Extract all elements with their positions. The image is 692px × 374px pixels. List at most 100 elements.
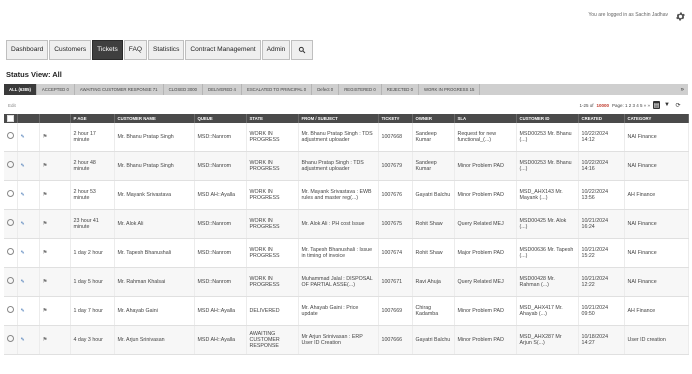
nav-tab-customers[interactable]: Customers: [49, 40, 92, 60]
status-tab-delivered[interactable]: DELIVERED 4: [203, 84, 242, 95]
row-flag-cell[interactable]: ⚑: [39, 267, 71, 297]
flag-icon[interactable]: ⚑: [43, 221, 48, 227]
status-tab-awaiting-customer-response[interactable]: AWAITING CUSTOMER RESPONSE 71: [75, 84, 164, 95]
edit-icon[interactable]: ✎: [21, 134, 25, 140]
status-tab-accepted[interactable]: ACCEPTED 0: [37, 84, 75, 95]
table-row[interactable]: ✎ ⚑ 1 day 5 hour Mr. Rahman Khalsai MSD::Nan…: [4, 267, 689, 297]
table-row[interactable]: ✎ ⚑ 2 hour 48 minute Mr. Bhanu Pratap Singh…: [4, 151, 689, 181]
row-radio[interactable]: [7, 161, 14, 169]
row-flag-cell[interactable]: ⚑: [39, 209, 71, 239]
column-header-category[interactable]: CATEGORY: [624, 114, 689, 123]
row-radio[interactable]: [7, 219, 14, 227]
edit-icon[interactable]: ✎: [21, 221, 25, 227]
row-radio[interactable]: [7, 277, 14, 285]
column-header-sla[interactable]: SLA: [454, 114, 517, 123]
column-header-age[interactable]: P AGE: [70, 114, 115, 123]
row-flag-cell[interactable]: ⚑: [39, 296, 71, 326]
flag-icon[interactable]: ⚑: [43, 279, 48, 285]
edit-icon[interactable]: ✎: [21, 250, 25, 256]
cell-ticket[interactable]: 1007666: [378, 325, 413, 355]
row-select-cell[interactable]: [4, 180, 18, 210]
column-header-ticket[interactable]: TICKET#: [378, 114, 413, 123]
table-row[interactable]: ✎ ⚑ 23 hour 41 minute Mr. Alok Ali MSD::Nanr…: [4, 209, 689, 239]
cell-ticket[interactable]: 1007671: [378, 267, 413, 297]
nav-search-button[interactable]: [291, 40, 314, 60]
row-flag-cell[interactable]: ⚑: [39, 180, 71, 210]
filter-icon[interactable]: ▼: [663, 101, 671, 109]
status-tab-closed[interactable]: CLOSED 3000: [164, 84, 203, 95]
reload-icon[interactable]: ⟳: [674, 101, 682, 109]
nav-tab-admin[interactable]: Admin: [261, 40, 291, 60]
nav-tab-statistics[interactable]: Statistics: [148, 40, 185, 60]
row-edit-cell[interactable]: ✎: [17, 123, 40, 152]
row-flag-cell[interactable]: ⚑: [39, 238, 71, 268]
row-select-cell[interactable]: [4, 238, 18, 268]
row-edit-cell[interactable]: ✎: [17, 238, 40, 268]
settings-gear-icon[interactable]: [675, 9, 686, 21]
row-select-cell[interactable]: [4, 296, 18, 326]
cell-ticket[interactable]: 1007668: [378, 123, 413, 152]
row-select-cell[interactable]: [4, 267, 18, 297]
column-header-state[interactable]: STATE: [246, 114, 299, 123]
row-select-cell[interactable]: [4, 123, 18, 152]
table-row[interactable]: ✎ ⚑ 1 day 7 hour Mr. Ahayab Gaini MSD AH::Ay…: [4, 296, 689, 326]
row-select-cell[interactable]: [4, 325, 18, 355]
row-edit-cell[interactable]: ✎: [17, 180, 40, 210]
chevron-right-icon[interactable]: »: [677, 87, 688, 93]
table-row[interactable]: ✎ ⚑ 2 hour 17 minute Mr. Bhanu Pratap Singh…: [4, 123, 689, 152]
nav-tab-tickets[interactable]: Tickets: [92, 40, 123, 60]
column-header-subject[interactable]: FROM / SUBJECT: [298, 114, 379, 123]
row-edit-cell[interactable]: ✎: [17, 151, 40, 181]
flag-icon[interactable]: ⚑: [43, 163, 48, 169]
table-row[interactable]: ✎ ⚑ 4 day 3 hour Mr. Arjun Srinivasan MSD AH…: [4, 325, 689, 355]
edit-label[interactable]: Edit: [8, 103, 16, 108]
cell-ticket[interactable]: 1007669: [378, 296, 413, 326]
row-radio[interactable]: [7, 132, 14, 140]
edit-icon[interactable]: ✎: [21, 308, 25, 314]
row-edit-cell[interactable]: ✎: [17, 325, 40, 355]
select-all-checkbox[interactable]: [7, 114, 14, 122]
column-header-queue[interactable]: QUEUE: [194, 114, 247, 123]
status-tab-escalated[interactable]: ESCALATED TO PRINCIPAL 0: [242, 84, 313, 95]
status-tab-registered[interactable]: REGISTERED 0: [339, 84, 382, 95]
row-flag-cell[interactable]: ⚑: [39, 151, 71, 181]
column-header-owner[interactable]: OWNER: [412, 114, 455, 123]
column-header-created[interactable]: CREATED: [578, 114, 625, 123]
status-tab-work-in-progress[interactable]: WORK IN PROGRESS 15: [419, 84, 481, 95]
row-radio[interactable]: [7, 248, 14, 256]
table-row[interactable]: ✎ ⚑ 1 day 2 hour Mr. Tapesh Bhanushali MSD::…: [4, 238, 689, 268]
flag-icon[interactable]: ⚑: [43, 308, 48, 314]
row-edit-cell[interactable]: ✎: [17, 267, 40, 297]
column-header-customer-id[interactable]: CUSTOMER ID: [516, 114, 579, 123]
row-edit-cell[interactable]: ✎: [17, 209, 40, 239]
row-radio[interactable]: [7, 306, 14, 314]
select-all-column[interactable]: [4, 114, 18, 123]
row-flag-cell[interactable]: ⚑: [39, 123, 71, 152]
nav-tab-dashboard[interactable]: Dashboard: [6, 40, 49, 60]
cell-ticket[interactable]: 1007674: [378, 238, 413, 268]
status-tab-all[interactable]: ALL (6385): [4, 84, 37, 95]
pager-pages[interactable]: Page: 1 2 3 4 5 » »: [612, 103, 650, 108]
edit-icon[interactable]: ✎: [21, 192, 25, 198]
flag-icon[interactable]: ⚑: [43, 192, 48, 198]
row-radio[interactable]: [7, 190, 14, 198]
row-edit-cell[interactable]: ✎: [17, 296, 40, 326]
cell-ticket[interactable]: 1007676: [378, 180, 413, 210]
nav-tab-contract-management[interactable]: Contract Management: [185, 40, 261, 60]
edit-icon[interactable]: ✎: [21, 163, 25, 169]
edit-icon[interactable]: ✎: [21, 337, 25, 343]
edit-icon[interactable]: ✎: [21, 279, 25, 285]
flag-icon[interactable]: ⚑: [43, 337, 48, 343]
row-radio[interactable]: [7, 335, 14, 343]
status-tab-defect[interactable]: Defect 0: [312, 84, 340, 95]
column-settings-icon[interactable]: ▤: [653, 101, 660, 109]
row-flag-cell[interactable]: ⚑: [39, 325, 71, 355]
table-row[interactable]: ✎ ⚑ 2 hour 53 minute Mr. Mayank Srivastava M…: [4, 180, 689, 210]
flag-icon[interactable]: ⚑: [43, 250, 48, 256]
nav-tab-faq[interactable]: FAQ: [123, 40, 147, 60]
flag-icon[interactable]: ⚑: [43, 134, 48, 140]
column-header-customer-name[interactable]: CUSTOMER NAME: [114, 114, 195, 123]
row-select-cell[interactable]: [4, 209, 18, 239]
status-tab-rejected[interactable]: REJECTED 0: [382, 84, 419, 95]
row-select-cell[interactable]: [4, 151, 18, 181]
